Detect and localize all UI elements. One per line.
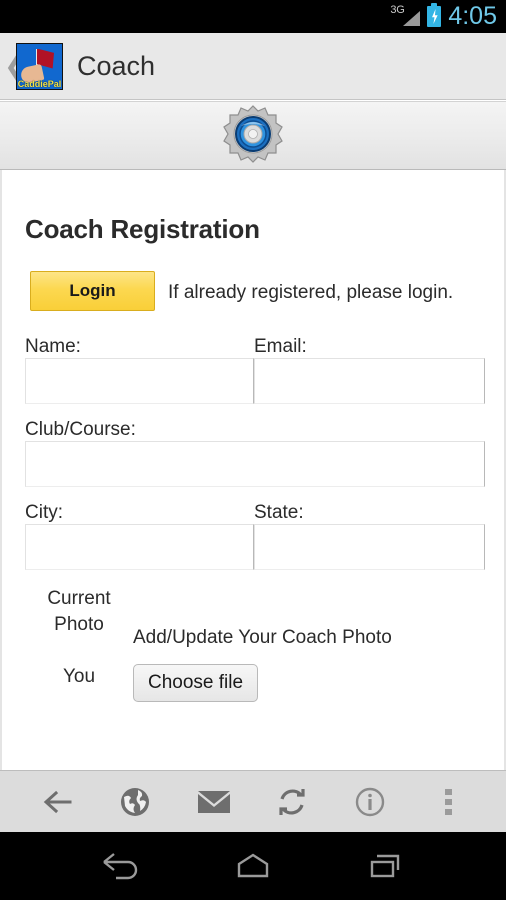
login-row: Login If already registered, please logi… xyxy=(2,271,504,311)
back-arrow-icon[interactable] xyxy=(34,779,80,825)
info-icon[interactable] xyxy=(347,779,393,825)
email-cell xyxy=(254,358,485,404)
browser-toolbar xyxy=(0,770,506,832)
refresh-icon[interactable] xyxy=(269,779,315,825)
inputs-row-1 xyxy=(25,358,485,404)
logo-wordmark: CaddiePal xyxy=(17,78,62,89)
nav-recents-icon[interactable] xyxy=(355,842,417,890)
gear-icon[interactable] xyxy=(221,104,285,168)
email-input[interactable] xyxy=(254,358,485,404)
city-input[interactable] xyxy=(25,524,254,570)
add-photo-cell: Add/Update Your Coach Photo Choose file xyxy=(133,586,485,702)
labels-row-2: Club/Course: xyxy=(25,418,485,441)
status-clock: 4:05 xyxy=(448,2,497,30)
club-course-input[interactable] xyxy=(25,441,485,487)
current-photo-label: Current Photo xyxy=(47,588,111,635)
status-bar-right: 3G 4:05 xyxy=(390,2,497,30)
inputs-row-3 xyxy=(25,524,485,570)
name-label: Name: xyxy=(25,336,81,357)
signal-triangle xyxy=(403,10,421,26)
current-photo-cell: Current Photo You xyxy=(25,586,133,702)
choose-file-button[interactable]: Choose file xyxy=(133,664,259,702)
photo-section-table: Current Photo You Add/Update Your Coach … xyxy=(25,586,485,702)
form-heading: Coach Registration xyxy=(25,214,260,244)
labels-row-3: City: State: xyxy=(25,501,485,524)
state-input[interactable] xyxy=(254,524,485,570)
club-cell xyxy=(25,441,485,487)
globe-icon[interactable] xyxy=(112,779,158,825)
settings-banner xyxy=(0,101,506,170)
android-nav-bar xyxy=(0,832,506,900)
spacer-row-1 xyxy=(25,404,485,418)
add-photo-heading: Add/Update Your Coach Photo xyxy=(133,627,392,648)
photo-row: Current Photo You Add/Update Your Coach … xyxy=(25,586,485,702)
inputs-row-2 xyxy=(25,441,485,487)
signal-bars-icon: 3G xyxy=(390,4,421,28)
overflow-menu-icon[interactable] xyxy=(426,779,472,825)
labels-row-1: Name: Email: xyxy=(25,335,485,358)
spacer-row-2 xyxy=(25,487,485,501)
name-cell xyxy=(25,358,254,404)
phone-screen: 3G 4:05 ❮ CaddiePal Coach xyxy=(0,0,506,900)
club-label: Club/Course: xyxy=(25,419,136,440)
email-label: Email: xyxy=(254,336,307,357)
status-bar: 3G 4:05 xyxy=(0,0,506,33)
charging-bolt-icon xyxy=(432,9,438,24)
caddiepal-logo[interactable]: CaddiePal xyxy=(16,42,63,90)
registration-form-area: Coach Registration Login If already regi… xyxy=(0,170,506,770)
battery-charging-icon xyxy=(427,3,442,27)
photo-you-label: You xyxy=(62,666,96,687)
form-fields-table: Name: Email: Club/Course: City: State: xyxy=(25,335,485,570)
nav-back-icon[interactable] xyxy=(89,842,151,890)
app-bar: ❮ CaddiePal Coach xyxy=(0,33,506,100)
name-input[interactable] xyxy=(25,358,254,404)
state-cell xyxy=(254,524,485,570)
page-title: Coach xyxy=(77,51,156,81)
state-label: State: xyxy=(254,502,304,523)
login-note: If already registered, please login. xyxy=(168,282,454,303)
mail-icon[interactable] xyxy=(191,779,237,825)
city-label: City: xyxy=(25,502,63,523)
city-cell xyxy=(25,524,254,570)
nav-home-icon[interactable] xyxy=(222,842,284,890)
login-button[interactable]: Login xyxy=(30,271,155,311)
